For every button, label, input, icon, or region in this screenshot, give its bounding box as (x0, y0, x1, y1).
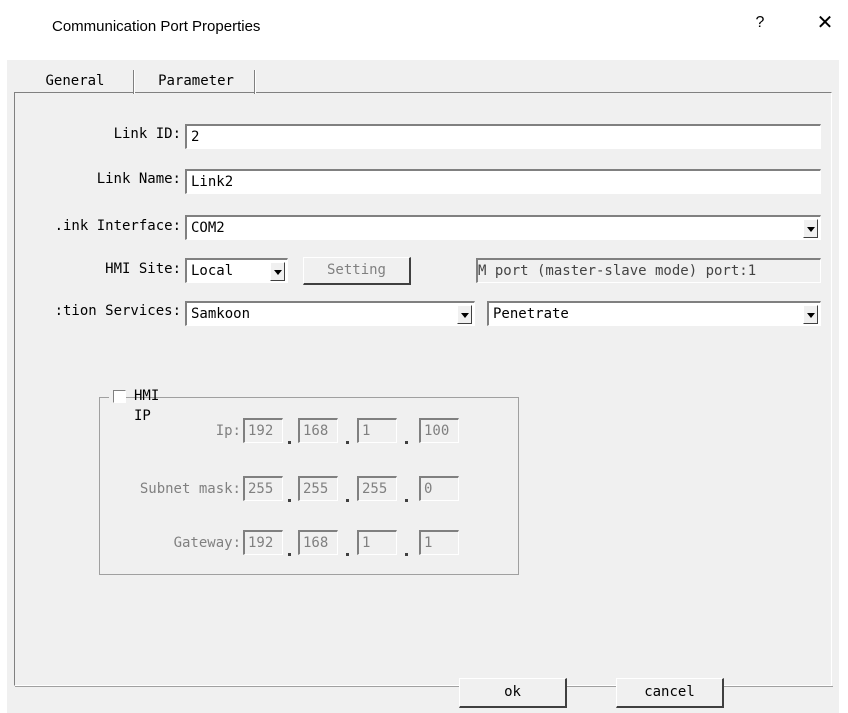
gateway-label: Gateway: (173, 535, 241, 551)
tab-parameter[interactable]: Parameter (137, 68, 255, 95)
chevron-down-icon[interactable] (803, 219, 818, 238)
port-info-field: M port (master-slave mode) port:1 (476, 258, 821, 283)
gateway-octet-3[interactable]: 1 (357, 530, 397, 555)
services-select[interactable]: Samkoon (185, 301, 475, 326)
subnet-octet-3[interactable]: 255 (357, 476, 397, 501)
setting-button[interactable]: Setting (303, 257, 411, 285)
tab-separator (254, 70, 255, 94)
services-value: Samkoon (191, 306, 251, 322)
chevron-down-icon[interactable] (803, 305, 818, 324)
ip-dot (405, 499, 408, 502)
ip-octet-4[interactable]: 100 (419, 418, 459, 443)
ip-label: Ip: (215, 423, 241, 439)
hmi-ip-checkbox[interactable] (113, 390, 126, 403)
cancel-button[interactable]: cancel (616, 678, 724, 708)
link-interface-label: .ink Interface: (54, 218, 181, 234)
hmi-site-value: Local (191, 263, 234, 279)
help-button[interactable]: ? (750, 14, 770, 32)
gateway-octet-4[interactable]: 1 (419, 530, 459, 555)
dialog-client: General Parameter Link ID: 2 Link Name: … (7, 60, 839, 713)
ip-dot (288, 553, 291, 556)
ip-dot (288, 499, 291, 502)
title-bar: Communication Port Properties ? ✕ (0, 0, 848, 60)
gateway-octet-2[interactable]: 168 (298, 530, 338, 555)
ip-dot (405, 553, 408, 556)
hmi-ip-group-header: HMI IP (109, 386, 159, 424)
ip-dot (346, 441, 349, 444)
close-button[interactable]: ✕ (814, 10, 836, 35)
ip-dot (346, 553, 349, 556)
link-id-field[interactable]: 2 (185, 124, 821, 149)
ip-octet-1[interactable]: 192 (243, 418, 283, 443)
hmi-site-label: HMI Site: (105, 261, 181, 277)
ip-octet-2[interactable]: 168 (298, 418, 338, 443)
link-interface-select[interactable]: COM2 (185, 215, 821, 240)
subnet-octet-4[interactable]: 0 (419, 476, 459, 501)
hmi-site-select[interactable]: Local (185, 258, 288, 283)
subnet-octet-1[interactable]: 255 (243, 476, 283, 501)
ip-dot (405, 441, 408, 444)
tab-general[interactable]: General (19, 68, 131, 95)
window-title: Communication Port Properties (52, 18, 261, 35)
ip-dot (288, 441, 291, 444)
hmi-ip-title: HMI IP (134, 388, 160, 424)
services-mode-value: Penetrate (493, 306, 569, 322)
gateway-octet-1[interactable]: 192 (243, 530, 283, 555)
ip-dot (346, 499, 349, 502)
link-name-field[interactable]: Link2 (185, 169, 821, 194)
subnet-octet-2[interactable]: 255 (298, 476, 338, 501)
tab-separator (133, 70, 134, 94)
link-interface-value: COM2 (191, 220, 225, 236)
chevron-down-icon[interactable] (457, 305, 472, 324)
services-mode-select[interactable]: Penetrate (487, 301, 821, 326)
ip-octet-3[interactable]: 1 (357, 418, 397, 443)
chevron-down-icon[interactable] (270, 262, 285, 281)
subnet-mask-label: Subnet mask: (139, 481, 241, 497)
services-label: :tion Services: (54, 303, 181, 319)
link-name-label: Link Name: (96, 171, 181, 187)
link-id-label: Link ID: (113, 126, 181, 142)
ok-button[interactable]: ok (459, 678, 567, 708)
